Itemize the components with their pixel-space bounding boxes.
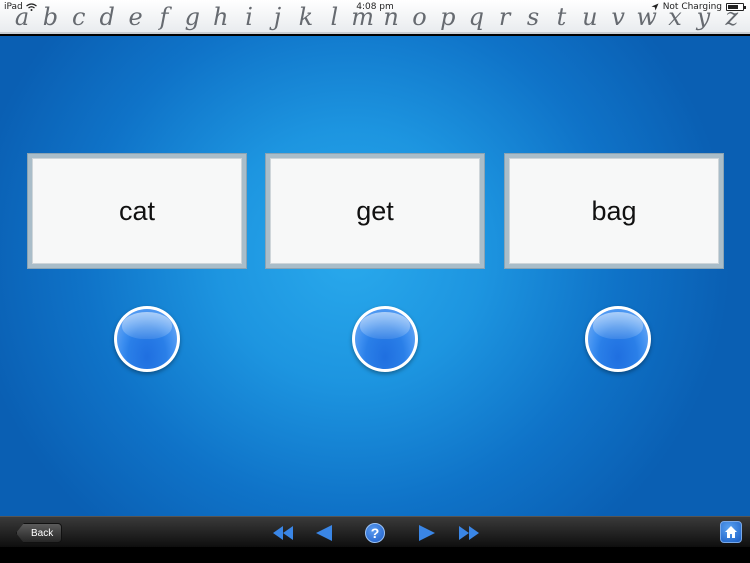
rewind-icon [273,526,293,540]
alphabet-letter-l[interactable]: l [320,3,348,31]
alphabet-letter-o[interactable]: o [405,3,433,31]
alphabet-letter-h[interactable]: h [207,3,235,31]
alphabet-letters: abcdefghijklmnopqrstuvwxyz [8,1,746,32]
alphabet-letter-e[interactable]: e [122,3,150,31]
select-button-1[interactable] [114,306,180,372]
first-button[interactable] [270,521,296,545]
word-card-3[interactable]: bag [504,153,724,269]
word-card-label: get [270,158,480,264]
help-icon: ? [365,523,385,543]
back-button[interactable]: Back [16,523,63,543]
charging-status: Not Charging [662,2,722,12]
alphabet-letter-p[interactable]: p [434,3,462,31]
word-card-2[interactable]: get [265,153,485,269]
alphabet-letter-k[interactable]: k [292,3,320,31]
fast-forward-icon [459,526,479,540]
play-left-icon [316,525,332,541]
help-button[interactable]: ? [363,521,387,545]
alphabet-letter-b[interactable]: b [36,3,64,31]
word-card-label: bag [509,158,719,264]
home-icon [725,526,737,538]
alphabet-letter-q[interactable]: q [462,3,490,31]
last-button[interactable] [456,521,482,545]
alphabet-letter-i[interactable]: i [235,3,263,31]
word-card-1[interactable]: cat [27,153,247,269]
previous-button[interactable] [314,521,334,545]
word-card-label: cat [32,158,242,264]
wifi-icon [25,3,37,11]
bottom-toolbar: Back ? [0,516,750,547]
alphabet-letter-s[interactable]: s [519,3,547,31]
alphabet-strip: abcdefghijklmnopqrstuvwxyz iPad 4:08 pm … [0,0,750,34]
word-choice-stage: cat get bag [0,36,750,516]
alphabet-letter-u[interactable]: u [576,3,604,31]
alphabet-letter-n[interactable]: n [377,3,405,31]
select-button-2[interactable] [352,306,418,372]
back-button-label: Back [31,527,54,539]
navigation-controls: ? [270,521,480,545]
location-arrow-icon [651,3,659,11]
home-button[interactable] [720,521,742,543]
alphabet-letter-f[interactable]: f [150,3,178,31]
alphabet-letter-g[interactable]: g [178,3,206,31]
alphabet-letter-c[interactable]: c [65,3,93,31]
alphabet-letter-d[interactable]: d [93,3,121,31]
battery-icon [726,3,746,11]
alphabet-letter-t[interactable]: t [547,3,575,31]
alphabet-letter-r[interactable]: r [491,3,519,31]
device-label: iPad [4,2,23,12]
alphabet-letter-v[interactable]: v [604,3,632,31]
status-right: Not Charging [651,2,746,12]
next-button[interactable] [417,521,437,545]
select-button-3[interactable] [585,306,651,372]
alphabet-letter-m[interactable]: m [349,3,377,31]
bottom-edge [0,547,750,563]
play-right-icon [419,525,435,541]
status-left: iPad [4,2,37,12]
alphabet-letter-j[interactable]: j [264,3,292,31]
